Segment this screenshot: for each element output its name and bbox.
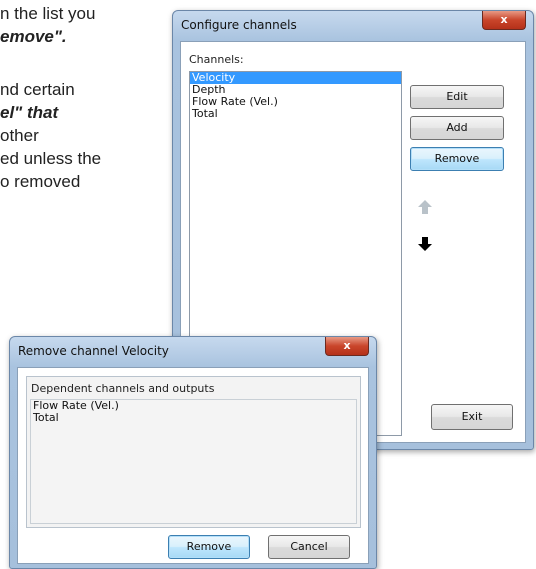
dependents-list: Flow Rate (Vel.) Total — [30, 399, 357, 524]
group-label: Dependent channels and outputs — [31, 382, 215, 395]
remove-button[interactable]: Remove — [410, 147, 504, 171]
doc-line: emove". — [0, 27, 67, 46]
edit-button[interactable]: Edit — [410, 85, 504, 109]
doc-line: other — [0, 126, 39, 145]
doc-line: o removed — [0, 172, 81, 191]
arrow-down-icon[interactable] — [417, 236, 433, 252]
dialog-client-area: Dependent channels and outputs Flow Rate… — [17, 367, 369, 564]
doc-line: el" that — [0, 103, 59, 122]
list-item: Flow Rate (Vel.) — [33, 399, 119, 412]
channels-label: Channels: — [189, 53, 244, 66]
list-item[interactable]: Total — [190, 108, 401, 120]
list-item: Total — [33, 411, 59, 424]
remove-button[interactable]: Remove — [168, 535, 250, 559]
exit-button[interactable]: Exit — [431, 404, 513, 430]
dialog-title: Remove channel Velocity — [18, 344, 169, 358]
doc-line: ed unless the — [0, 149, 102, 168]
doc-line: n the list you — [0, 4, 96, 23]
close-button[interactable]: x — [325, 337, 369, 356]
list-item[interactable]: Flow Rate (Vel.) — [190, 96, 401, 108]
arrow-up-icon[interactable] — [417, 199, 433, 215]
close-icon: x — [500, 13, 508, 26]
add-button[interactable]: Add — [410, 116, 504, 140]
close-button[interactable]: x — [482, 11, 526, 30]
close-icon: x — [343, 339, 351, 352]
dependents-group: Dependent channels and outputs Flow Rate… — [26, 376, 361, 528]
remove-channel-dialog: Remove channel Velocity x Dependent chan… — [9, 336, 377, 569]
cancel-button[interactable]: Cancel — [268, 535, 350, 559]
dialog-title: Configure channels — [181, 18, 297, 32]
doc-line: nd certain — [0, 80, 75, 99]
